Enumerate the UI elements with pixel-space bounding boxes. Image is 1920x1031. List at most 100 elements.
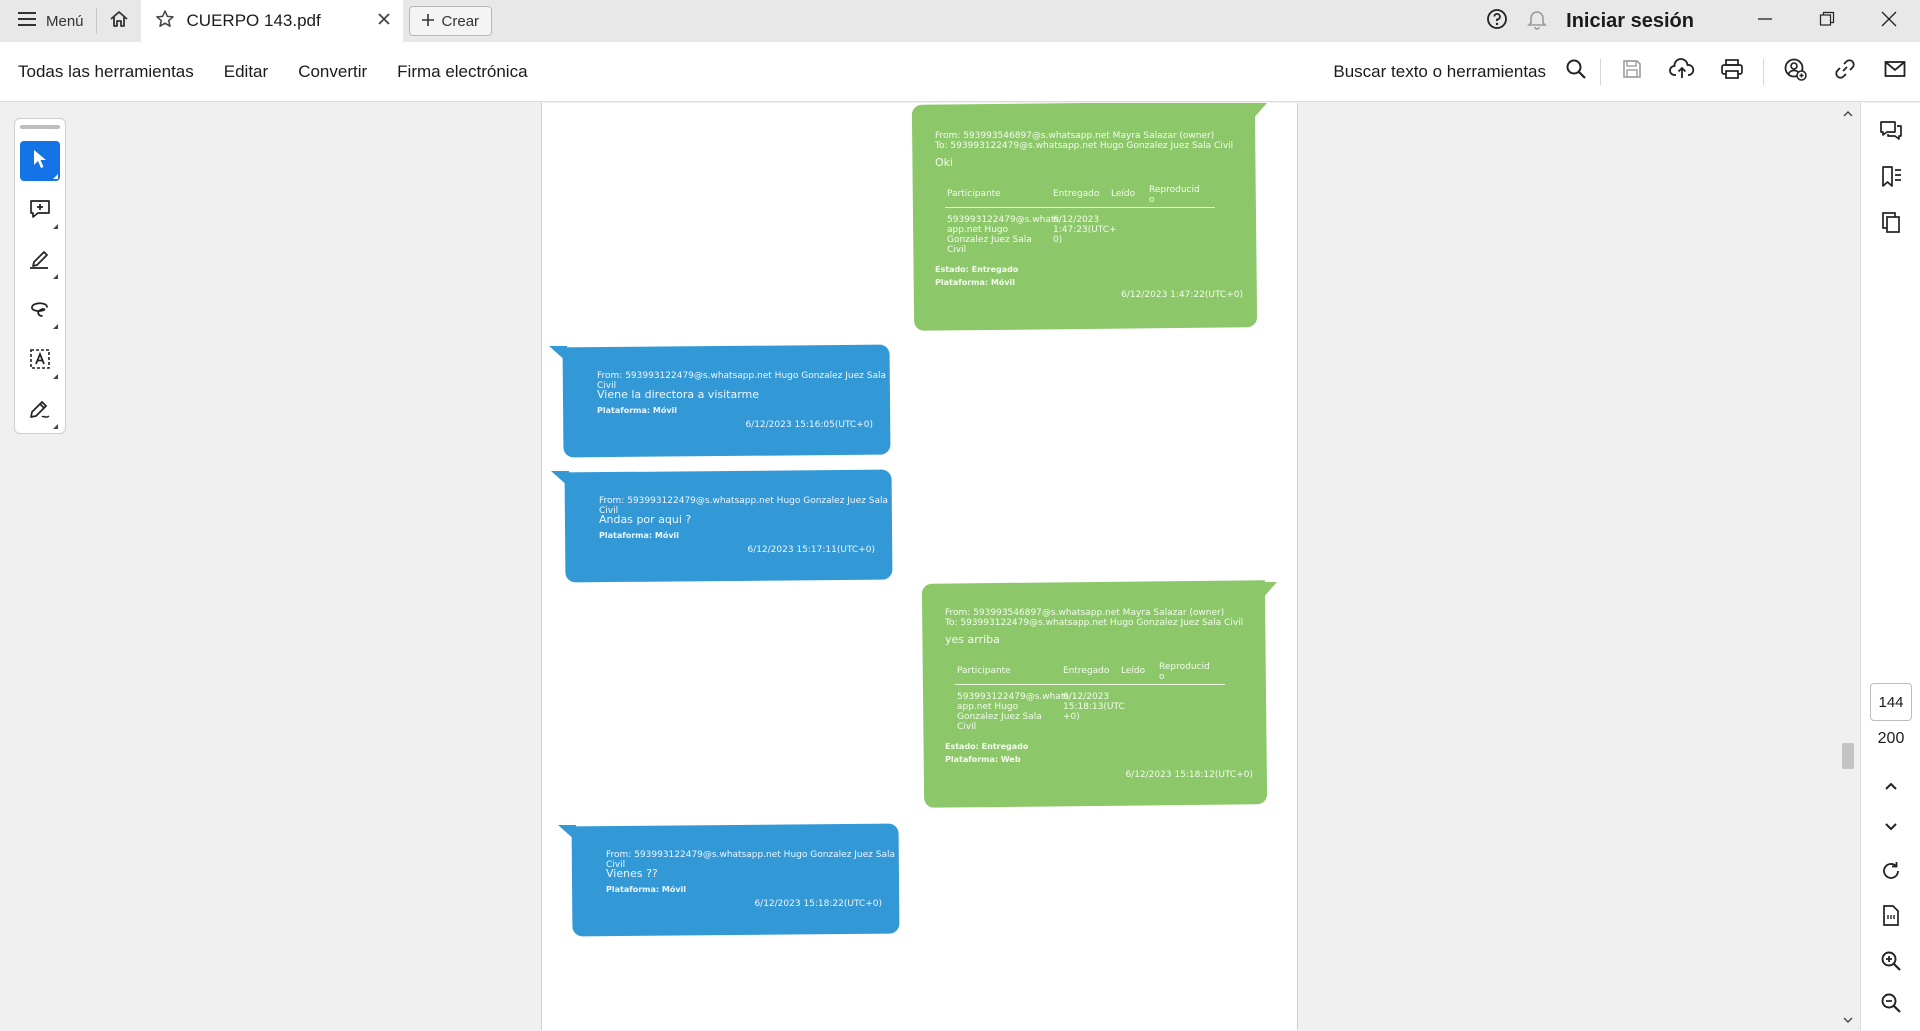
close-tab-icon[interactable] [377, 12, 391, 31]
bookmarks-panel-button[interactable] [1871, 159, 1911, 199]
total-pages: 200 [1877, 730, 1905, 747]
message-tail [551, 471, 569, 487]
next-page-button[interactable] [1871, 809, 1911, 849]
message-text: Vienes ?? [606, 867, 658, 880]
restore-icon [1819, 11, 1835, 32]
pages-panel-button[interactable] [1871, 205, 1911, 245]
share-person-icon [1783, 57, 1807, 86]
select-tool-button[interactable] [20, 141, 60, 181]
receipt-delivered-time: 6/12/2023 1:47:23(UTC+ 0) [1053, 215, 1117, 245]
envelope-icon [1884, 60, 1906, 83]
sent-message: From: 593993122479@s.whatsapp.net Hugo G… [551, 469, 893, 583]
menu-convert[interactable]: Convertir [298, 62, 367, 82]
scroll-up-arrow-icon[interactable] [1842, 107, 1854, 119]
submenu-indicator-icon [53, 224, 58, 229]
comment-plus-icon [28, 198, 52, 225]
page-fit-button[interactable] [1871, 898, 1911, 938]
message-text: Andas por aqui ? [599, 513, 692, 526]
message-timestamp: 6/12/2023 1:47:22(UTC+0) [1121, 290, 1243, 300]
pdf-page: From: 593993546897@s.whatsapp.net Mayra … [541, 103, 1298, 1030]
save-button[interactable] [1607, 42, 1657, 102]
sent-message: From: 593993122479@s.whatsapp.net Hugo G… [549, 344, 891, 458]
message-from: From: 593993546897@s.whatsapp.net Mayra … [945, 608, 1225, 618]
message-tail [549, 346, 567, 362]
comments-panel-button[interactable] [1871, 113, 1911, 153]
menu-all-tools[interactable]: Todas las herramientas [18, 62, 194, 82]
chevron-up-icon [1883, 779, 1899, 797]
home-button[interactable] [97, 0, 141, 42]
scroll-down-arrow-icon[interactable] [1842, 1013, 1854, 1025]
message-platform: Plataforma: Web [945, 755, 1021, 764]
main-toolbar: Todas las herramientas Editar Convertir … [0, 42, 1920, 102]
chevron-down-icon [1883, 820, 1899, 838]
fountain-pen-sign-icon [28, 398, 52, 425]
sign-tool-button[interactable] [20, 391, 60, 431]
message-text: Viene la directora a visitarme [597, 388, 760, 401]
message-status: Estado: Entregado [945, 742, 1029, 751]
receipt-participant: 593993122479@s.whats app.net Hugo Gonzal… [947, 215, 1060, 255]
document-tab[interactable]: CUERPO 143.pdf [140, 0, 403, 42]
search-tools-label[interactable]: Buscar texto o herramientas [1333, 62, 1546, 82]
zoom-out-button[interactable] [1871, 985, 1911, 1025]
zoom-in-icon [1880, 950, 1902, 977]
message-timestamp: 6/12/2023 15:18:22(UTC+0) [754, 899, 882, 909]
receipt-header-played: Reproducid o [1149, 185, 1200, 205]
draw-tool-button[interactable] [20, 291, 60, 331]
plus-icon [421, 13, 434, 30]
submenu-indicator-icon [53, 274, 58, 279]
minimize-button[interactable] [1734, 0, 1796, 42]
message-text: yes arriba [945, 633, 1000, 646]
receipt-header-participant: Participante [947, 189, 1001, 199]
cloud-upload-icon [1669, 58, 1695, 85]
quick-tools-panel [14, 118, 66, 434]
message-text: Oki [935, 156, 954, 169]
close-window-button[interactable] [1858, 0, 1920, 42]
notifications-bell-icon[interactable] [1526, 8, 1548, 35]
message-timestamp: 6/12/2023 15:18:12(UTC+0) [1125, 770, 1253, 780]
menu-edit[interactable]: Editar [224, 62, 268, 82]
create-label: Crear [441, 12, 480, 30]
zoom-in-button[interactable] [1871, 943, 1911, 983]
page-thumbnails-icon [1880, 211, 1902, 240]
cursor-arrow-icon [31, 149, 49, 174]
receipt-delivered-time: 6/12/2023 15:18:13(UTC +0) [1063, 692, 1125, 722]
upload-cloud-button[interactable] [1657, 42, 1707, 102]
scrollbar-thumb[interactable] [1842, 743, 1854, 769]
print-button[interactable] [1707, 42, 1757, 102]
restore-button[interactable] [1796, 0, 1858, 42]
search-button[interactable] [1558, 42, 1594, 102]
create-button[interactable]: Crear [408, 6, 493, 36]
vertical-scrollbar[interactable] [1838, 103, 1858, 1030]
message-platform: Plataforma: Móvil [597, 406, 678, 415]
text-recognition-button[interactable] [20, 341, 60, 381]
highlight-tool-button[interactable] [20, 241, 60, 281]
current-page-input[interactable]: 144 [1870, 683, 1912, 721]
menu-e-signature[interactable]: Firma electrónica [397, 62, 527, 82]
message-timestamp: 6/12/2023 15:17:11(UTC+0) [747, 545, 875, 555]
menu-label: Menú [46, 12, 84, 30]
minimize-icon [1757, 11, 1773, 32]
save-disk-icon [1621, 58, 1643, 85]
comments-icon [1879, 120, 1903, 147]
zoom-out-icon [1880, 992, 1902, 1019]
message-to: To: 593993122479@s.whatsapp.net Hugo Gon… [935, 141, 1234, 151]
help-icon[interactable] [1486, 8, 1508, 35]
page-fit-icon [1880, 904, 1902, 933]
rotate-clockwise-icon [1880, 860, 1902, 887]
drag-handle[interactable] [20, 125, 60, 129]
receipt-header-delivered: Entregado [1063, 666, 1110, 676]
rotate-button[interactable] [1871, 853, 1911, 893]
tab-bar-right: Iniciar sesión [1486, 0, 1920, 42]
right-side-panel: 144 200 [1860, 103, 1920, 1030]
submenu-indicator-icon [53, 424, 58, 429]
share-button[interactable] [1770, 42, 1820, 102]
add-comment-button[interactable] [20, 191, 60, 231]
menu-button[interactable]: Menú [0, 0, 96, 42]
previous-page-button[interactable] [1871, 768, 1911, 808]
copy-link-button[interactable] [1820, 42, 1870, 102]
received-message: From: 593993546897@s.whatsapp.net Mayra … [911, 103, 1267, 331]
signin-button[interactable]: Iniciar sesión [1566, 10, 1694, 33]
email-button[interactable] [1870, 42, 1920, 102]
star-icon[interactable] [155, 9, 175, 34]
message-timestamp: 6/12/2023 15:16:05(UTC+0) [745, 420, 873, 430]
